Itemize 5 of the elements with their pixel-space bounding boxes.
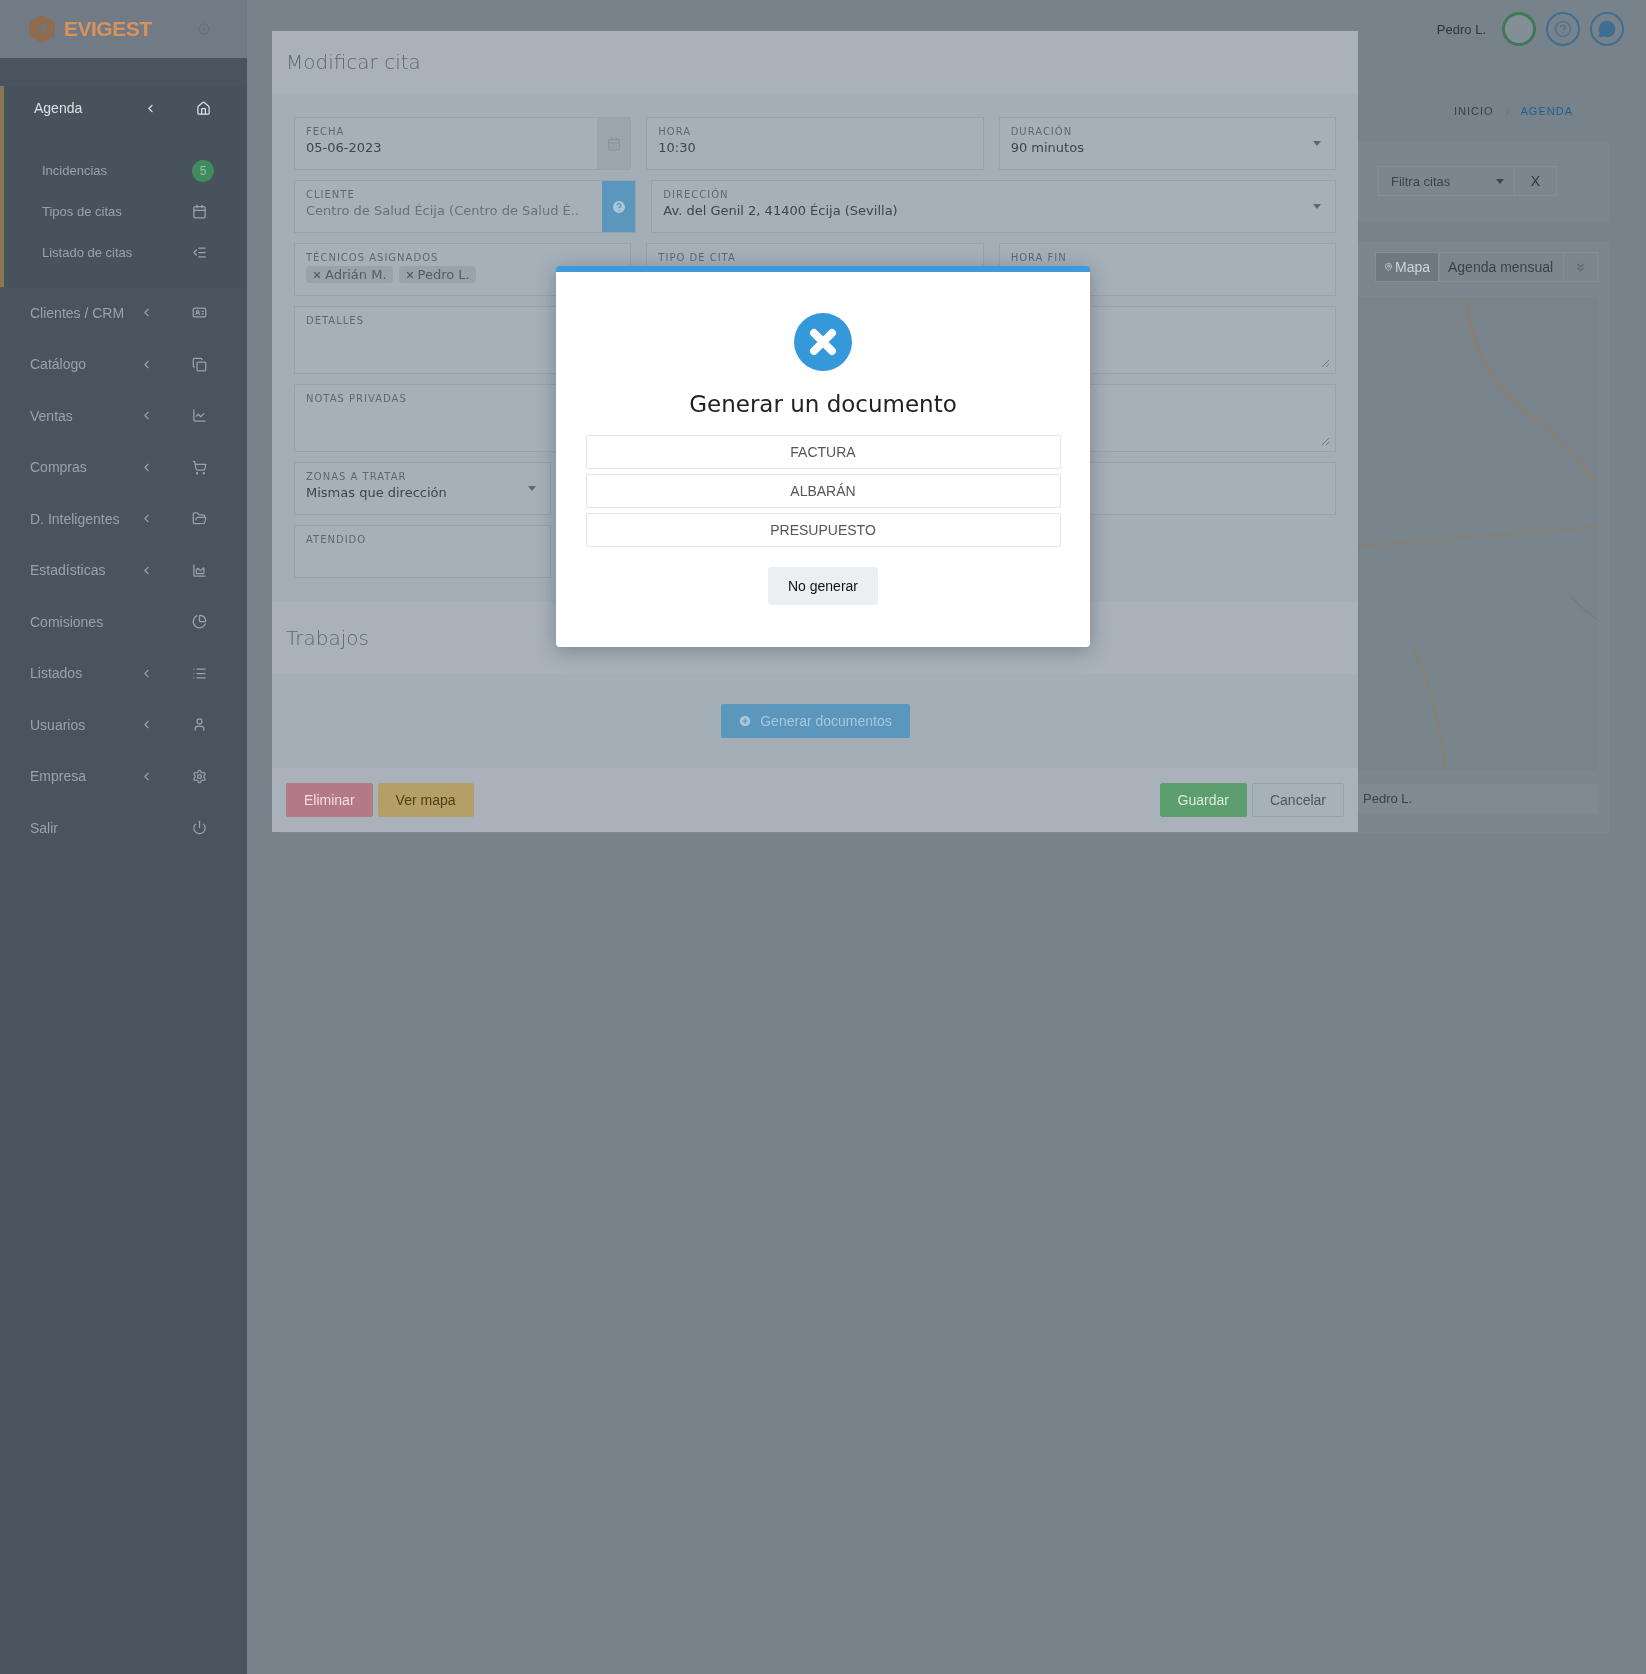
section-title: Trabajos [286, 626, 369, 650]
modal-title: Modificar cita [286, 50, 421, 74]
logo-text: EVIGEST [64, 17, 152, 41]
count-badge: 5 [192, 159, 214, 182]
user-name: Pedro L. [1436, 21, 1486, 37]
